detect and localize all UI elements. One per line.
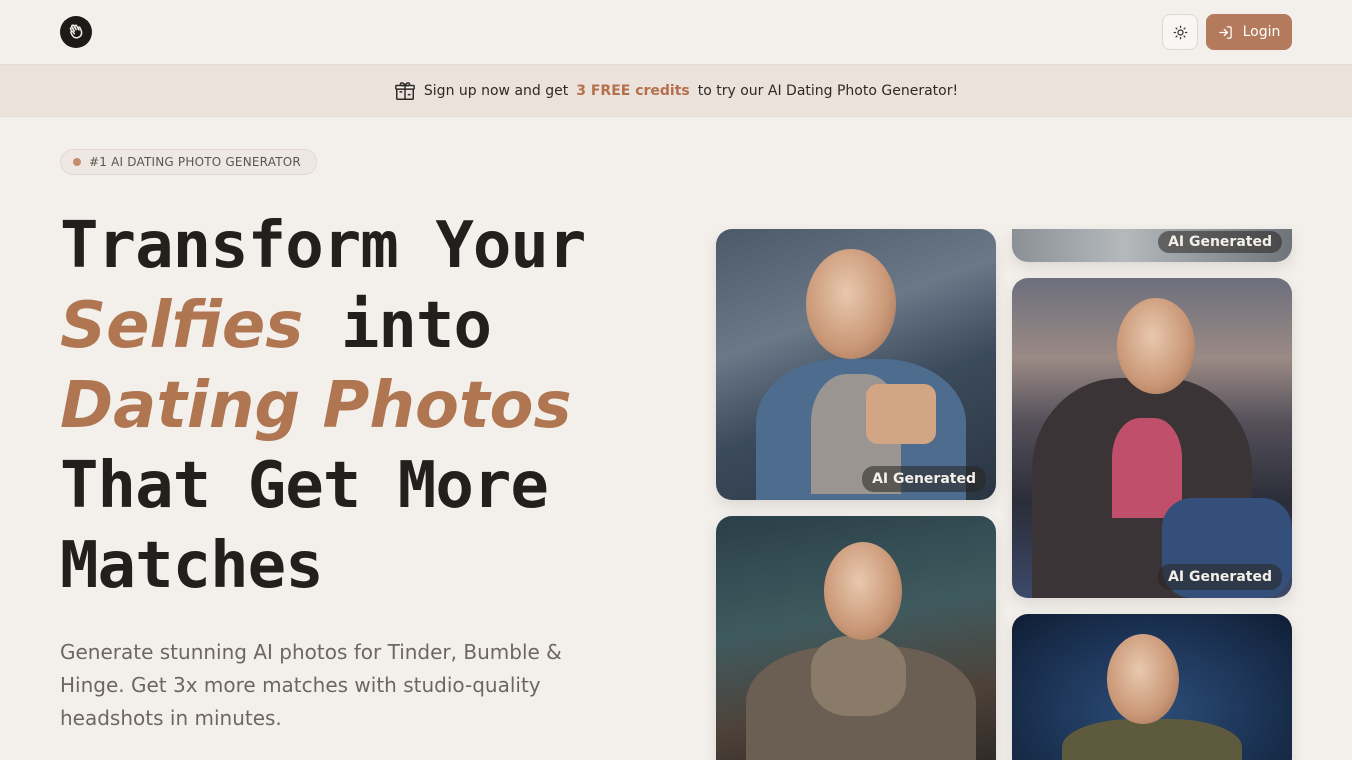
photo-shirt [1112,418,1182,518]
photo-jacket [1062,719,1242,760]
gallery-photo-top-right: AI Generated [1012,229,1292,262]
photo-scarf [811,636,906,716]
banner-highlight: 3 FREE credits [576,82,690,99]
hero-badge: #1 AI DATING PHOTO GENERATOR [60,149,317,175]
waving-hand-icon [69,24,83,39]
gift-icon [395,81,415,100]
ai-generated-tag: AI Generated [1158,564,1282,590]
banner-text-after: to try our AI Dating Photo Generator! [697,82,959,99]
promo-banner: Sign up now and get 3 FREE credits to tr… [0,65,1352,117]
title-accent-selfies: Selfies [60,289,304,363]
banner-text-before: Sign up now and get [423,82,569,99]
theme-toggle-button[interactable] [1162,14,1198,50]
login-button[interactable]: Login [1206,14,1292,50]
photo-face [824,542,902,640]
title-line-2: Selfies into [60,286,660,366]
photo-face [806,249,896,359]
title-space [303,289,341,363]
gallery-photo-rooftop: AI Generated [1012,278,1292,598]
hero-subtitle: Generate stunning AI photos for Tinder, … [60,640,562,730]
gallery-photo-blue-studio [1012,614,1292,760]
hero-title: Transform Your Selfies into Dating Photo… [60,206,660,606]
ai-generated-tag: AI Generated [1158,231,1282,253]
photo-face [1107,634,1179,724]
title-line-5: Matches [60,529,324,603]
title-line-4: That Get More [60,449,549,523]
gallery-photo-coffee: AI Generated [716,229,996,500]
log-in-icon [1218,25,1232,39]
photo-face [1117,298,1195,394]
sun-icon [1173,25,1187,39]
gallery-photo-sweater [716,516,996,760]
login-label: Login [1242,24,1281,40]
logo[interactable] [60,16,92,48]
site-header: Login [0,0,1352,65]
ai-generated-tag: AI Generated [862,466,986,492]
title-into: into [340,289,492,363]
badge-dot [73,158,81,166]
photo-hands [866,384,936,444]
title-accent-dating-photos: Dating Photos [60,369,572,443]
title-line-1: Transform Your [60,209,586,283]
badge-label: #1 AI DATING PHOTO GENERATOR [89,155,301,169]
